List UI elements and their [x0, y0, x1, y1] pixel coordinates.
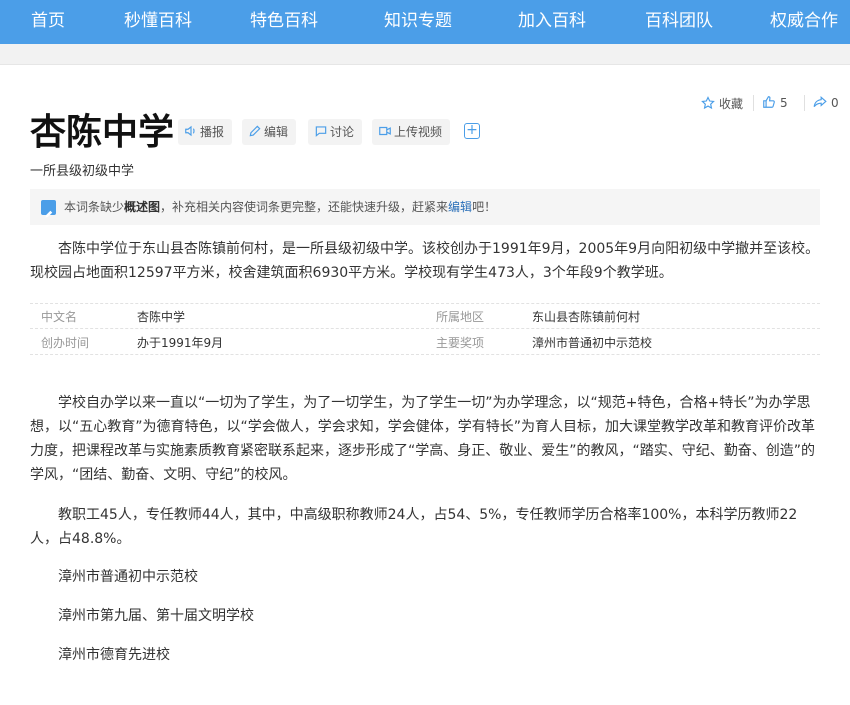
edit-label: 编辑	[264, 125, 289, 139]
chat-bubble-icon	[315, 126, 327, 137]
infobox-value: 漳州市普通初中示范校	[532, 336, 653, 350]
notice-prefix: 本词条缺少	[64, 200, 125, 214]
edit-pencil-icon	[41, 200, 56, 218]
nav-item-cooperation[interactable]: 权威合作	[770, 0, 838, 44]
divider	[804, 95, 805, 111]
body-paragraph: 学校自办学以来一直以“一切为了学生，为了一切学生，为了学生一切”为办学理念，以“…	[30, 395, 816, 483]
star-icon	[701, 96, 715, 110]
discuss-button[interactable]: 讨论	[308, 119, 363, 145]
broadcast-button[interactable]: 播报	[178, 119, 233, 145]
nav-item-topics[interactable]: 知识专题	[384, 0, 452, 44]
upload-video-label: 上传视频	[394, 125, 443, 139]
page-title: 杏陈中学	[30, 112, 175, 153]
like-count: 5	[780, 96, 788, 110]
infobox-key: 主要奖项	[436, 336, 485, 350]
infobox-row: 创办时间 办于1991年9月 主要奖项 漳州市普通初中示范校	[30, 329, 820, 355]
upload-video-button[interactable]: 上传视频	[372, 119, 451, 145]
nav-item-team[interactable]: 百科团队	[645, 0, 713, 44]
entry-panel: 收藏 5 0 杏陈中学 播报 编辑 讨论 上传视频 + 一所县级初级中学 本词条…	[0, 64, 850, 705]
honor-item: 漳州市普通初中示范校	[58, 569, 198, 585]
body-paragraph: 教职工45人，专任教师44人，其中，中高级职称教师24人，占54、5%，专任教师…	[30, 507, 798, 547]
discuss-label: 讨论	[330, 125, 355, 139]
top-nav: 首页 秒懂百科 特色百科 知识专题 加入百科 百科团队 权威合作	[0, 0, 850, 44]
notice-suffix: 吧！	[472, 200, 497, 214]
notice-edit-link[interactable]: 编辑	[448, 200, 472, 214]
missing-image-notice: 本词条缺少概述图，补充相关内容使词条更完整，还能快速升级，赶紧来编辑吧！	[30, 189, 820, 225]
divider	[753, 95, 754, 111]
infobox-value: 杏陈中学	[137, 310, 186, 324]
notice-middle: ，补充相关内容使词条更完整，还能快速升级，赶紧来	[160, 200, 449, 214]
notice-bold: 概述图	[124, 200, 161, 214]
summary-paragraph: 杏陈中学位于东山县杏陈镇前何村，是一所县级初级中学。该校创办于1991年9月，2…	[30, 241, 820, 281]
entry-subtitle: 一所县级初级中学	[30, 164, 135, 179]
nav-item-home[interactable]: 首页	[31, 0, 65, 44]
notice-text: 本词条缺少概述图，补充相关内容使词条更完整，还能快速升级，赶紧来编辑吧！	[64, 189, 496, 225]
infobox-key: 创办时间	[41, 336, 90, 350]
add-button[interactable]: +	[464, 123, 480, 139]
share-count: 0	[831, 96, 839, 110]
infobox-key: 所属地区	[436, 310, 485, 324]
infobox-row: 中文名 杏陈中学 所属地区 东山县杏陈镇前何村	[30, 303, 820, 329]
nav-item-join[interactable]: 加入百科	[518, 0, 586, 44]
like-button[interactable]: 5	[762, 95, 788, 110]
infobox-value: 东山县杏陈镇前何村	[532, 310, 641, 324]
honor-item: 漳州市第九届、第十届文明学校	[58, 608, 254, 624]
share-icon	[813, 96, 827, 108]
nav-item-featured[interactable]: 特色百科	[250, 0, 318, 44]
honor-item: 漳州市德育先进校	[58, 647, 170, 663]
infobox-value: 办于1991年9月	[137, 336, 224, 350]
nav-item-miaodong[interactable]: 秒懂百科	[124, 0, 192, 44]
edit-button[interactable]: 编辑	[242, 119, 297, 145]
pencil-icon	[249, 125, 261, 137]
speaker-icon	[185, 125, 195, 137]
collect-label: 收藏	[719, 97, 744, 111]
collect-button[interactable]: 收藏	[701, 95, 743, 112]
share-button[interactable]: 0	[813, 95, 839, 110]
video-camera-icon	[379, 126, 391, 136]
plus-icon: +	[466, 122, 478, 138]
thumbs-up-icon	[763, 96, 775, 108]
broadcast-label: 播报	[200, 125, 225, 139]
infobox-key: 中文名	[41, 310, 78, 324]
